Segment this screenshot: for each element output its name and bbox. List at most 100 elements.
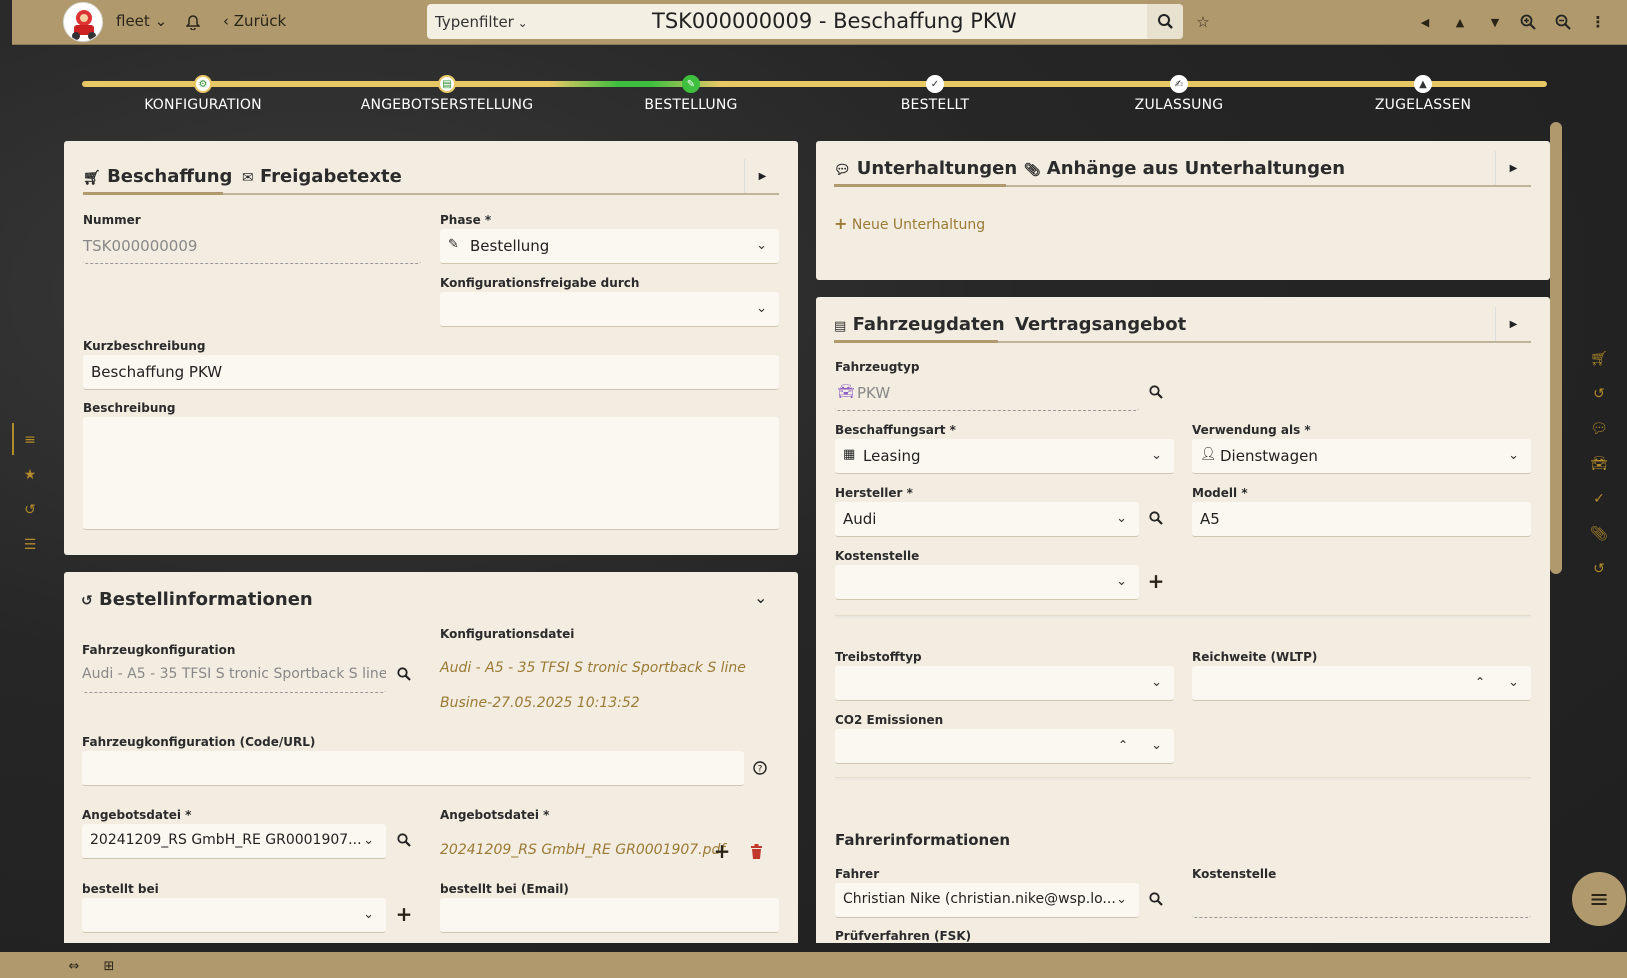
bestell-panel: ↺ Bestellinformationen ⌄ Fahrzeugkonfigu…	[64, 572, 798, 943]
step-label[interactable]: BESTELLT	[901, 97, 970, 113]
fk-label: Fahrzeugkonfiguration	[82, 643, 236, 657]
step-label[interactable]: ZUGELASSEN	[1375, 97, 1471, 113]
modell-input[interactable]: A5	[1192, 502, 1531, 537]
trash-icon[interactable]	[746, 841, 766, 861]
chevron-down-icon[interactable]: ⌄	[1151, 738, 1162, 753]
zoom-out-icon[interactable]	[1553, 12, 1573, 32]
search-icon[interactable]	[394, 830, 414, 850]
sitemap-icon[interactable]: ⊞	[99, 958, 119, 974]
menu-fab-button[interactable]: ≡	[1572, 872, 1626, 926]
nummer-field: TSK000000009	[83, 229, 421, 264]
star-icon[interactable]: ★	[20, 465, 40, 485]
search-icon[interactable]	[1146, 382, 1166, 402]
back-button[interactable]: ‹ Zurück	[223, 12, 286, 30]
plus-icon[interactable]: +	[1146, 569, 1166, 593]
konf-select[interactable]: ⌄	[440, 292, 779, 327]
tab-anhaenge[interactable]: 📎︎ Anhänge aus Unterhaltungen	[1024, 158, 1345, 179]
expand-panel-button[interactable]: ▶	[1495, 307, 1531, 341]
phase-select[interactable]: ✎ Bestellung ⌄	[440, 229, 779, 264]
step-label[interactable]: KONFIGURATION	[144, 97, 262, 113]
ang-select[interactable]: 20241209_RS GmbH_RE GR0001907.... ⌄	[82, 824, 386, 859]
step-label[interactable]: ANGEBOTSERSTELLUNG	[361, 97, 534, 113]
plus-icon[interactable]: +	[394, 902, 414, 926]
tab-freigabetexte[interactable]: ✉ Freigabetexte	[242, 166, 402, 187]
step-angebot-icon[interactable]: ▤	[438, 75, 456, 93]
chevron-up-icon[interactable]: ⌃	[1475, 675, 1485, 689]
caret-left-icon[interactable]: ◀	[1415, 12, 1435, 32]
comments-icon: 💬︎	[834, 163, 851, 178]
new-conversation-button[interactable]: + Neue Unterhaltung	[834, 214, 985, 233]
plus-icon: +	[834, 214, 848, 233]
history-icon[interactable]: ↺	[1589, 559, 1609, 579]
people-arrows-icon[interactable]: ⇔	[64, 958, 84, 974]
paperclip-icon[interactable]: 📎︎	[1589, 524, 1609, 544]
chevron-up-icon[interactable]: ⌃	[1118, 738, 1128, 752]
search-icon[interactable]	[1146, 889, 1166, 909]
bell-icon[interactable]	[183, 12, 203, 32]
reich-number-input[interactable]: ⌃ ⌄	[1192, 666, 1531, 701]
expand-panel-button[interactable]: ▶	[744, 159, 780, 193]
list-icon[interactable]: ≡	[20, 430, 40, 450]
kst-select[interactable]: ⌄	[835, 565, 1139, 600]
avatar[interactable]	[63, 2, 103, 42]
beschr-textarea[interactable]	[83, 417, 779, 530]
step-label[interactable]: ZULASSUNG	[1135, 97, 1224, 113]
step-label[interactable]: BESTELLUNG	[644, 97, 737, 113]
chevron-down-icon[interactable]: ⌄	[754, 588, 767, 607]
expand-panel-button[interactable]: ▶	[1495, 151, 1531, 185]
comments-icon[interactable]: 💬︎	[1589, 419, 1609, 439]
car-icon[interactable]: 🚘︎	[1589, 454, 1609, 474]
treib-select[interactable]: ⌄	[835, 666, 1174, 701]
search-bar[interactable]: Typenfilter ⌄ TSK000000009 - Beschaffung…	[427, 4, 1183, 39]
caret-up-icon[interactable]: ▲	[1450, 12, 1470, 32]
fahrzeug-panel: ▤ Fahrzeugdaten Vertragsangebot ▶ Fahrze…	[816, 297, 1550, 943]
search-icon[interactable]	[394, 664, 414, 684]
verw-select[interactable]: 👤︎ Dienstwagen ⌄	[1192, 439, 1531, 474]
fahrer-select[interactable]: Christian Nike (christian.nike@wsp.lo...…	[835, 883, 1139, 918]
tab-fahrzeugdaten[interactable]: ▤ Fahrzeugdaten	[834, 314, 1005, 335]
kurz-input[interactable]: Beschaffung PKW	[83, 355, 779, 390]
modell-label: Modell *	[1192, 486, 1248, 500]
tab-vertragsangebot[interactable]: Vertragsangebot	[1015, 314, 1186, 335]
fkurl-input[interactable]	[82, 751, 744, 786]
type-filter-label: Typenfilter	[435, 13, 514, 31]
history-icon[interactable]: ↺	[1589, 384, 1609, 404]
active-tab-indicator	[834, 184, 1006, 187]
bei-select[interactable]: ⌄	[82, 898, 386, 933]
scrollbar[interactable]	[1550, 122, 1562, 574]
step-konfiguration-icon[interactable]: ⚙	[194, 75, 212, 93]
step-zugelassen-icon[interactable]: ▲	[1414, 75, 1432, 93]
kst2-label: Kostenstelle	[1192, 867, 1277, 881]
search-icon[interactable]	[1146, 508, 1166, 528]
zoom-in-icon[interactable]	[1518, 12, 1538, 32]
fahrer-section-title: Fahrerinformationen	[835, 831, 1011, 849]
indent-list-icon[interactable]: ☰	[20, 535, 40, 555]
tab-beschaffung[interactable]: 🛒︎ Beschaffung	[83, 166, 232, 187]
help-circle-icon[interactable]: ?	[750, 758, 770, 778]
bestell-title[interactable]: ↺ Bestellinformationen	[81, 589, 313, 610]
more-vertical-icon[interactable]: ⋮	[1588, 12, 1608, 32]
herst-select[interactable]: Audi ⌄	[835, 502, 1139, 537]
ang2-link[interactable]: 20241209_RS GmbH_RE GR0001907.pdf	[440, 842, 725, 858]
caret-down-icon[interactable]: ▼	[1485, 12, 1505, 32]
check-icon[interactable]: ✓	[1589, 489, 1609, 509]
search-button[interactable]	[1147, 4, 1183, 39]
type-filter-select[interactable]: Typenfilter ⌄	[435, 13, 528, 31]
chevron-down-icon[interactable]: ⌄	[1508, 675, 1519, 690]
step-zulassung-icon[interactable]: ✍	[1170, 75, 1188, 93]
tab-unterhaltungen[interactable]: 💬︎ Unterhaltungen	[834, 158, 1017, 179]
kd-link-line1[interactable]: Audi - A5 - 35 TFSI S tronic Sportback S…	[440, 660, 746, 676]
chevron-down-icon: ⌄	[756, 301, 767, 316]
history-icon[interactable]: ↺	[20, 500, 40, 520]
star-icon[interactable]: ☆	[1193, 12, 1213, 32]
email-input[interactable]	[440, 898, 779, 933]
treib-label: Treibstofftyp	[835, 650, 922, 664]
plus-icon[interactable]: +	[712, 839, 732, 863]
workspace-menu[interactable]: fleet ⌄	[116, 12, 167, 30]
step-bestellung-icon[interactable]: ✎	[682, 75, 700, 93]
art-select[interactable]: ▦ Leasing ⌄	[835, 439, 1174, 474]
cart-icon[interactable]: 🛒︎	[1589, 349, 1609, 369]
kd-link-line2[interactable]: Busine-27.05.2025 10:13:52	[440, 695, 640, 711]
co2-number-input[interactable]: ⌃ ⌄	[835, 729, 1174, 764]
step-bestellt-icon[interactable]: ✓	[926, 75, 944, 93]
